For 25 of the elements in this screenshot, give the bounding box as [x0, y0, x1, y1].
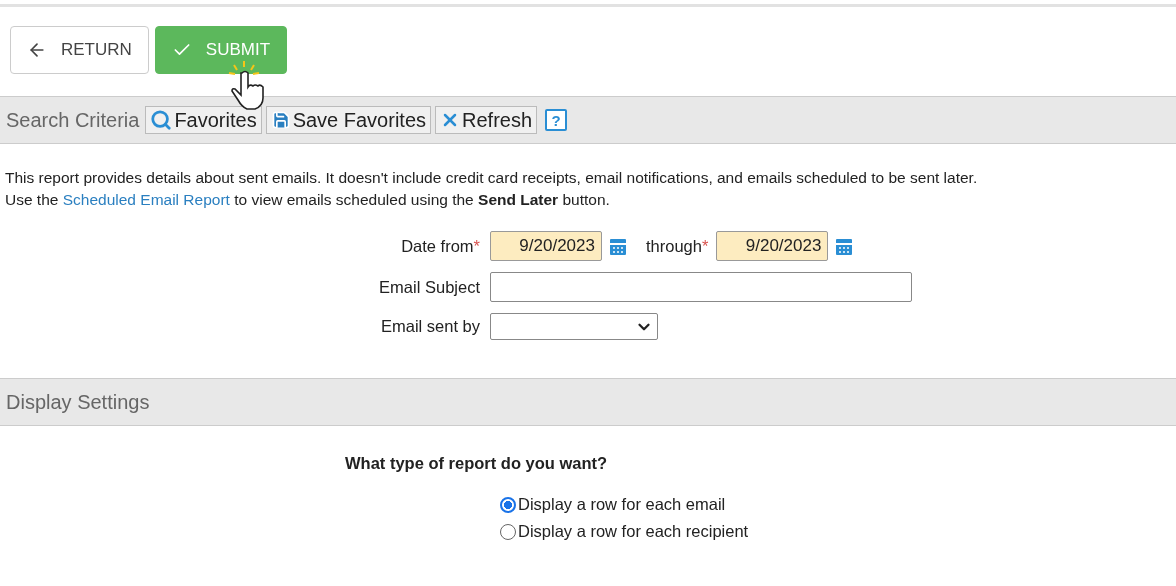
date-field[interactable]: 9/20/2023	[716, 231, 829, 261]
date-field[interactable]: 9/20/2023	[490, 231, 602, 261]
save-icon	[270, 110, 291, 130]
dropdown[interactable]	[490, 313, 658, 340]
search-icon	[150, 109, 173, 131]
field-label: Email Subject	[378, 277, 481, 297]
field-label: Email sent by	[379, 317, 481, 336]
favorites-button[interactable]: Favorites	[145, 106, 262, 134]
radio-button[interactable]	[500, 496, 516, 513]
refresh-button[interactable]: Refresh	[435, 106, 538, 134]
help-button[interactable]: ?	[545, 109, 568, 131]
description-text: Use the Scheduled Email Report to view emails scheduled using the Send Later button.	[4, 190, 611, 210]
field-label: Date from*	[400, 236, 481, 256]
save-favorites-button[interactable]: Save Favorites	[265, 106, 432, 134]
section-title: Display Settings	[6, 390, 150, 414]
radio-option[interactable]: Display a row for each email	[500, 495, 1176, 514]
field-label: through*	[646, 236, 709, 256]
input-field[interactable]	[490, 272, 912, 302]
section-title: Search Criteria	[6, 108, 140, 132]
return-button[interactable]: RETURN	[10, 26, 149, 74]
radio-button[interactable]	[500, 523, 516, 540]
radio-option[interactable]: Display a row for each recipient	[500, 522, 1176, 541]
question-text: What type of report do you want?	[344, 453, 609, 473]
scheduled-email-report-link[interactable]: Scheduled Email Report	[62, 191, 230, 208]
description-text: This report provides details about sent emails. It doesn't include credit card receipts, email notifications, and emails scheduled to be sent later.	[4, 168, 979, 188]
